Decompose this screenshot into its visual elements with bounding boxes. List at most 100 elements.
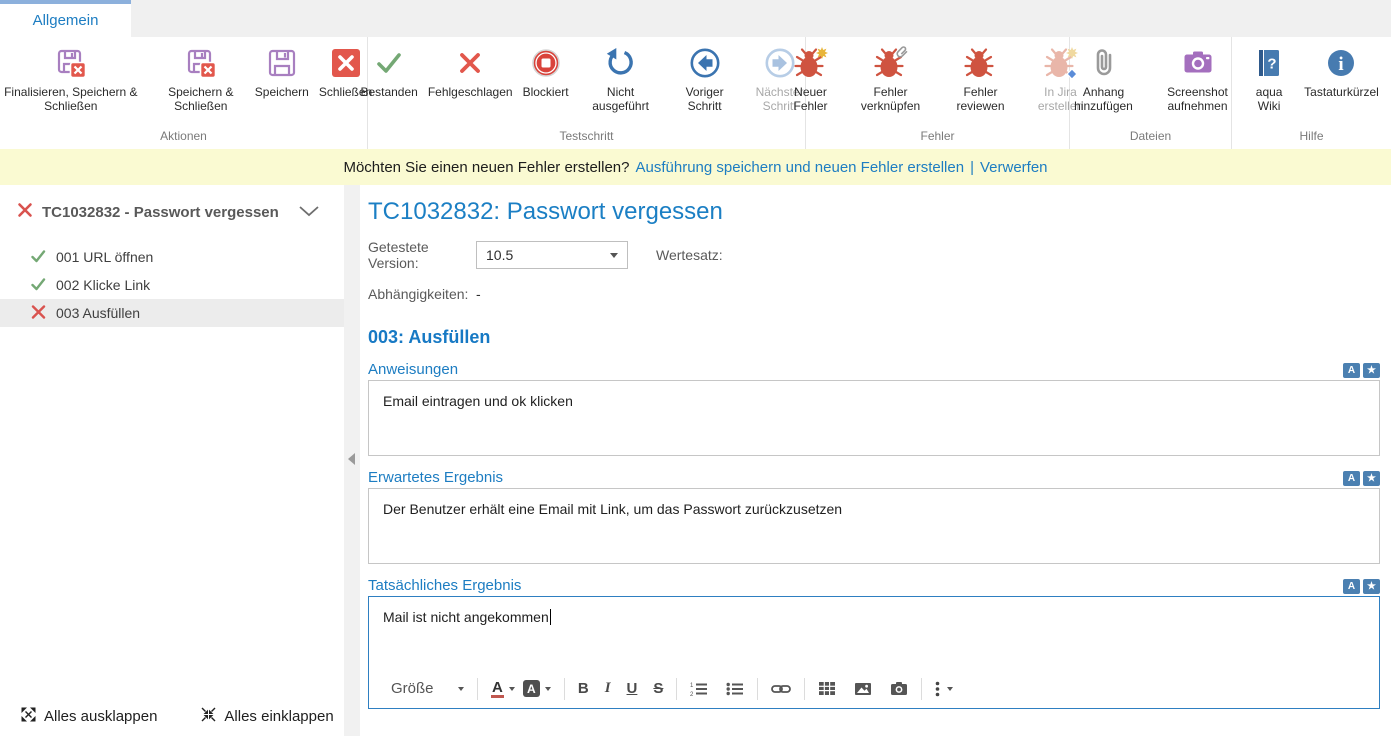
finalize-save-close-button[interactable]: Finalisieren, Speichern & Schließen bbox=[0, 42, 150, 115]
review-defect-label: Fehler reviewen bbox=[943, 85, 1019, 113]
bullet-list-button[interactable] bbox=[722, 679, 748, 699]
check-icon bbox=[31, 249, 46, 266]
ordered-list-button[interactable]: 12 bbox=[686, 679, 712, 699]
collapse-sidebar-icon[interactable] bbox=[348, 453, 355, 465]
chevron-down-icon bbox=[947, 687, 953, 691]
font-size-label: Größe bbox=[391, 680, 453, 697]
ribbon-group-testschritt: Bestanden Fehlgeschlagen Blockiert Nicht… bbox=[368, 37, 806, 149]
bug-new-icon bbox=[793, 44, 829, 82]
not-executed-button[interactable]: Nicht ausgeführt bbox=[576, 42, 666, 115]
instructions-field: Anweisungen A ★ Email eintragen und ok k… bbox=[368, 361, 1380, 456]
aqua-wiki-label: aqua Wiki bbox=[1244, 85, 1294, 113]
font-size-dropdown[interactable]: Größe bbox=[387, 678, 468, 699]
format-a-icon[interactable]: A bbox=[1343, 579, 1360, 594]
link-defect-label: Fehler verknüpfen bbox=[849, 85, 933, 113]
chevron-down-icon bbox=[545, 687, 551, 691]
shortcuts-label: Tastaturkürzel bbox=[1304, 85, 1379, 99]
chevron-down-icon bbox=[458, 687, 464, 691]
font-color-icon: A bbox=[491, 680, 504, 698]
actual-result-editor[interactable]: Mail ist nicht angekommen Größe A A B I … bbox=[368, 596, 1380, 709]
paperclip-icon bbox=[1087, 44, 1121, 82]
insert-link-button[interactable] bbox=[767, 680, 795, 698]
shortcuts-button[interactable]: i Tastaturkürzel bbox=[1301, 42, 1382, 101]
format-a-icon[interactable]: A bbox=[1343, 471, 1360, 486]
format-a-icon[interactable]: A bbox=[1343, 363, 1360, 378]
ordered-list-icon: 12 bbox=[690, 681, 708, 697]
take-screenshot-button[interactable]: Screenshot aufnehmen bbox=[1153, 42, 1243, 115]
stop-icon bbox=[529, 44, 563, 82]
expand-all-label: Alles ausklappen bbox=[44, 708, 157, 725]
highlight-color-button[interactable]: A bbox=[519, 678, 555, 699]
chevron-down-icon[interactable] bbox=[298, 204, 320, 222]
take-screenshot-label: Screenshot aufnehmen bbox=[1156, 85, 1240, 113]
expand-all-icon bbox=[21, 707, 36, 726]
tab-allgemein[interactable]: Allgemein bbox=[0, 0, 131, 37]
save-label: Speichern bbox=[255, 85, 309, 99]
save-close-button[interactable]: Speichern & Schließen bbox=[154, 42, 248, 115]
review-defect-button[interactable]: Fehler reviewen bbox=[940, 42, 1022, 115]
failed-button[interactable]: Fehlgeschlagen bbox=[425, 42, 516, 101]
insert-screenshot-button[interactable] bbox=[886, 679, 912, 698]
actual-result-field: Tatsächliches Ergebnis A ★ Mail ist nich… bbox=[368, 577, 1380, 709]
more-options-button[interactable] bbox=[931, 679, 957, 699]
table-icon bbox=[818, 681, 836, 696]
save-close-icon bbox=[53, 44, 89, 82]
notification-separator: | bbox=[970, 159, 974, 176]
step-item-003[interactable]: 003 Ausfüllen bbox=[0, 299, 344, 327]
aqua-wiki-button[interactable]: ? aqua Wiki bbox=[1241, 42, 1297, 115]
failed-status-icon bbox=[17, 202, 33, 223]
testcase-title: TC1032832 - Passwort vergessen bbox=[42, 204, 289, 221]
blocked-button[interactable]: Blockiert bbox=[520, 42, 572, 101]
add-attachment-button[interactable]: Anhang hinzufügen bbox=[1059, 42, 1149, 115]
collapse-all-label: Alles einklappen bbox=[224, 708, 333, 725]
italic-button[interactable]: I bbox=[601, 678, 615, 699]
save-button[interactable]: Speichern bbox=[252, 42, 312, 101]
save-close-icon bbox=[183, 44, 219, 82]
insert-image-button[interactable] bbox=[850, 680, 876, 698]
step-label: 002 Klicke Link bbox=[56, 277, 150, 293]
page-title: TC1032832: Passwort vergessen bbox=[368, 198, 1380, 226]
new-defect-label: Neuer Fehler bbox=[783, 85, 839, 113]
sidebar-splitter[interactable] bbox=[344, 185, 360, 736]
italic-icon: I bbox=[605, 680, 611, 697]
bold-button[interactable]: B bbox=[574, 678, 593, 699]
check-icon bbox=[31, 277, 46, 294]
sidebar-footer: Alles ausklappen Alles einklappen bbox=[0, 696, 344, 736]
text-cursor bbox=[550, 609, 551, 625]
expected-result-textbox[interactable]: Der Benutzer erhält eine Email mit Link,… bbox=[368, 488, 1380, 564]
more-icon bbox=[935, 681, 940, 697]
svg-text:1: 1 bbox=[690, 683, 694, 689]
discard-link[interactable]: Verwerfen bbox=[980, 159, 1048, 176]
step-item-001[interactable]: 001 URL öffnen bbox=[0, 243, 344, 271]
passed-button[interactable]: Bestanden bbox=[357, 42, 420, 101]
link-defect-button[interactable]: Fehler verknüpfen bbox=[846, 42, 936, 115]
svg-text:i: i bbox=[1339, 54, 1344, 75]
ribbon-group-dateien: Anhang hinzufügen Screenshot aufnehmen D… bbox=[1070, 37, 1232, 149]
instructions-textbox[interactable]: Email eintragen und ok klicken bbox=[368, 380, 1380, 456]
insert-table-button[interactable] bbox=[814, 679, 840, 698]
testcase-node[interactable]: TC1032832 - Passwort vergessen bbox=[17, 202, 330, 223]
new-defect-button[interactable]: Neuer Fehler bbox=[780, 42, 842, 115]
format-star-icon[interactable]: ★ bbox=[1363, 579, 1380, 594]
expand-all-button[interactable]: Alles ausklappen bbox=[21, 707, 157, 726]
check-icon bbox=[372, 44, 406, 82]
format-star-icon[interactable]: ★ bbox=[1363, 471, 1380, 486]
dependencies-label: Abhängigkeiten: bbox=[368, 286, 476, 302]
strikethrough-icon: S bbox=[653, 680, 663, 697]
previous-step-button[interactable]: Voriger Schritt bbox=[670, 42, 740, 115]
ribbon-group-hilfe: ? aqua Wiki i Tastaturkürzel Hilfe bbox=[1232, 37, 1391, 149]
ribbon-group-aktionen: Finalisieren, Speichern & Schließen Spei… bbox=[0, 37, 368, 149]
step-label: 001 URL öffnen bbox=[56, 249, 153, 265]
step-item-002[interactable]: 002 Klicke Link bbox=[0, 271, 344, 299]
chevron-down-icon bbox=[610, 253, 618, 258]
group-label-hilfe: Hilfe bbox=[1232, 129, 1391, 149]
strikethrough-button[interactable]: S bbox=[649, 678, 667, 699]
tested-version-dropdown[interactable]: 10.5 bbox=[476, 241, 628, 269]
highlight-color-icon: A bbox=[523, 680, 540, 697]
collapse-all-button[interactable]: Alles einklappen bbox=[201, 707, 333, 726]
save-and-create-defect-link[interactable]: Ausführung speichern und neuen Fehler er… bbox=[636, 159, 965, 176]
font-color-button[interactable]: A bbox=[487, 678, 519, 700]
underline-button[interactable]: U bbox=[623, 678, 642, 699]
book-question-icon: ? bbox=[1252, 44, 1286, 82]
format-star-icon[interactable]: ★ bbox=[1363, 363, 1380, 378]
